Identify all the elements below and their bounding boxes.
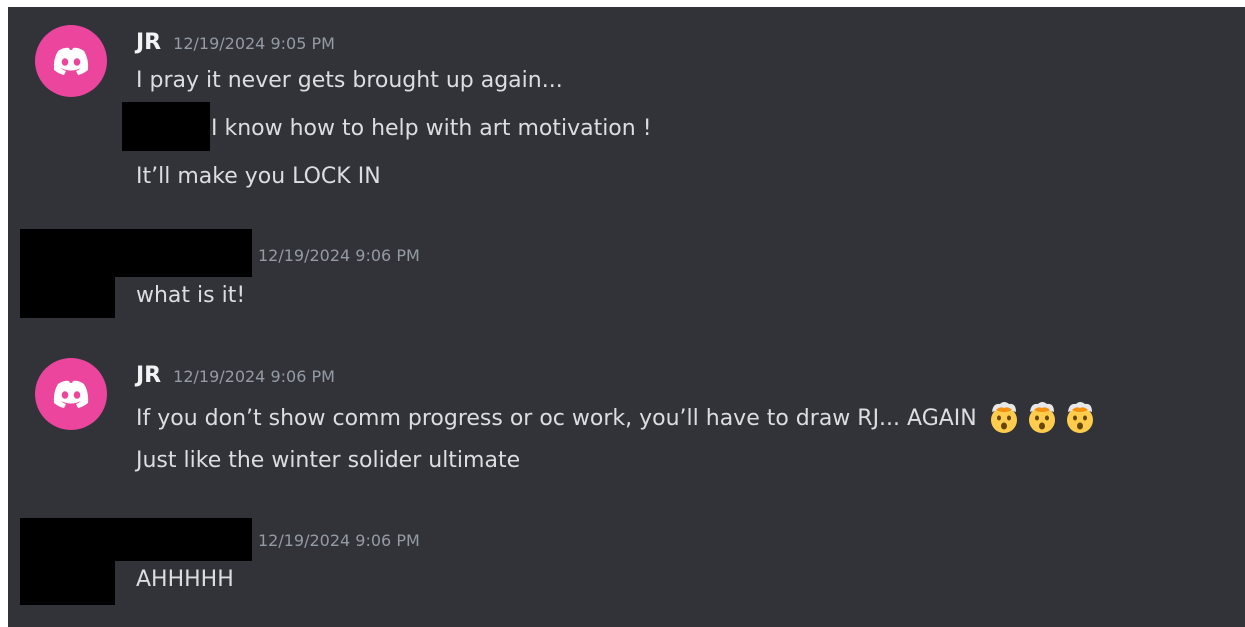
discord-logo-icon — [53, 380, 89, 408]
redacted-avatar — [20, 247, 115, 318]
timestamp[interactable]: 12/19/2024 9:05 PM — [173, 34, 335, 53]
message-header: 12/19/2024 9:06 PM — [258, 246, 420, 265]
exploding-head-emoji-icon[interactable] — [986, 400, 1022, 434]
message-text: If you don’t show comm progress or oc wo… — [136, 406, 977, 431]
message-header: 12/19/2024 9:06 PM — [258, 531, 420, 550]
exploding-head-emoji-icon[interactable] — [1024, 400, 1060, 434]
timestamp[interactable]: 12/19/2024 9:06 PM — [258, 531, 420, 550]
username[interactable]: JR — [136, 363, 161, 388]
discord-logo-icon — [53, 47, 89, 75]
exploding-head-emoji-icon[interactable] — [1062, 400, 1098, 434]
avatar[interactable] — [35, 25, 107, 97]
message-text: I know how to help with art motivation ! — [211, 116, 652, 141]
message-text: Just like the winter solider ultimate — [136, 448, 521, 473]
message-text: what is it! — [136, 283, 246, 308]
timestamp[interactable]: 12/19/2024 9:06 PM — [258, 246, 420, 265]
avatar[interactable] — [35, 358, 107, 430]
message-line-with-emoji: If you don’t show comm progress or oc wo… — [136, 400, 1098, 434]
chat-panel: JR 12/19/2024 9:05 PM I pray it never ge… — [8, 7, 1245, 627]
message-text: It’ll make you LOCK IN — [136, 164, 381, 189]
message-header: JR 12/19/2024 9:05 PM — [136, 30, 335, 55]
redacted-mention — [122, 102, 210, 151]
message-text: I pray it never gets brought up again... — [136, 68, 563, 93]
timestamp[interactable]: 12/19/2024 9:06 PM — [173, 367, 335, 386]
redacted-avatar — [20, 532, 115, 605]
message-header: JR 12/19/2024 9:06 PM — [136, 363, 335, 388]
username[interactable]: JR — [136, 30, 161, 55]
message-text: AHHHHH — [136, 567, 234, 592]
